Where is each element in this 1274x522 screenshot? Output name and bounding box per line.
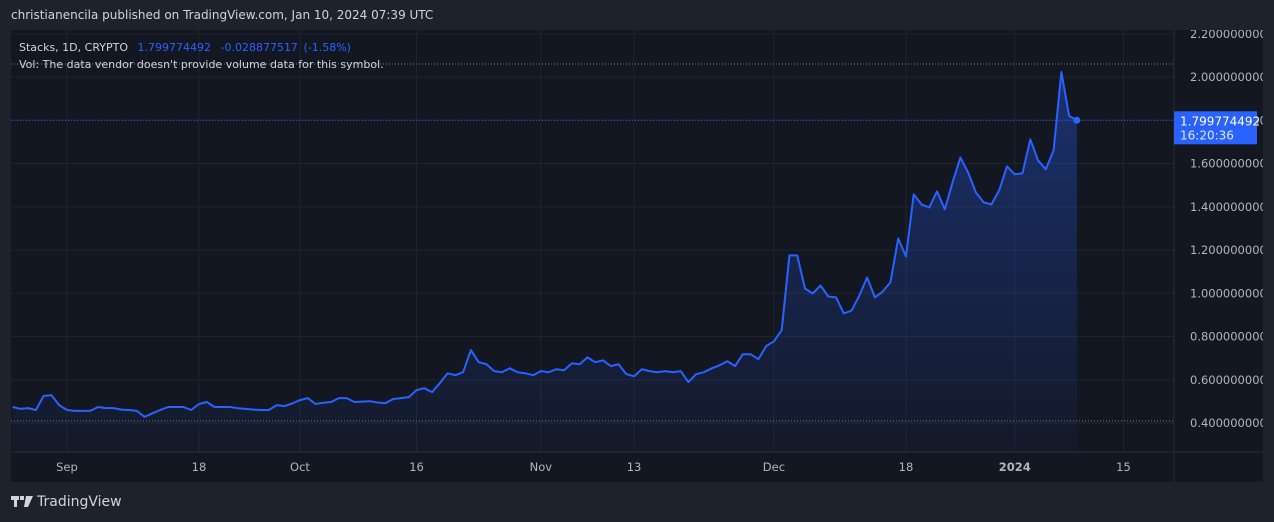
published-caption: christianencila published on TradingView…	[11, 8, 434, 22]
x-tick-label: Oct	[290, 460, 310, 474]
y-tick-label: 2.200000000	[1190, 30, 1263, 41]
legend-volume-note: Vol: The data vendor doesn't provide vol…	[19, 58, 384, 71]
price-countdown: 16:20:36	[1180, 128, 1234, 142]
y-tick-label: 1.000000000	[1190, 286, 1263, 300]
footer-brand-label: TradingView	[37, 494, 122, 510]
y-tick-label: 0.400000000	[1190, 416, 1263, 430]
x-tick-label: 15	[1116, 460, 1131, 474]
x-tick-label: Dec	[763, 460, 785, 474]
x-tick-label: 18	[899, 460, 914, 474]
x-tick-label: 18	[192, 460, 207, 474]
y-tick-label: 0.800000000	[1190, 330, 1263, 344]
y-tick-label: 2.000000000	[1190, 70, 1263, 84]
footer-brand[interactable]: TradingView	[11, 494, 122, 510]
price-area	[12, 72, 1077, 452]
x-tick-label: Nov	[530, 460, 553, 474]
last-price-value: 1.799774492	[1180, 114, 1260, 128]
x-tick-label: 13	[627, 460, 642, 474]
y-tick-label: 1.400000000	[1190, 200, 1263, 214]
x-tick-label: 16	[409, 460, 424, 474]
legend-change: -0.028877517	[220, 41, 298, 54]
legend-symbol: Stacks, 1D, CRYPTO	[19, 41, 128, 54]
chart-legend: Stacks, 1D, CRYPTO 1.799774492 -0.028877…	[19, 39, 384, 73]
tradingview-logo-icon	[11, 496, 33, 507]
y-tick-label: 1.600000000	[1190, 157, 1263, 171]
x-tick-label: 2024	[999, 460, 1031, 474]
y-tick-label: 0.600000000	[1190, 373, 1263, 387]
last-point-marker	[1073, 116, 1081, 124]
legend-change-pct: (-1.58%)	[303, 41, 351, 54]
x-tick-label: Sep	[56, 460, 78, 474]
y-tick-label: 1.200000000	[1190, 243, 1263, 257]
price-chart[interactable]: 0.400000000 0.600000000 0.800000000 1.00000…	[11, 30, 1263, 482]
chart-frame[interactable]: 0.400000000 0.600000000 0.800000000 1.00000…	[11, 30, 1263, 482]
legend-price: 1.799774492	[137, 41, 211, 54]
